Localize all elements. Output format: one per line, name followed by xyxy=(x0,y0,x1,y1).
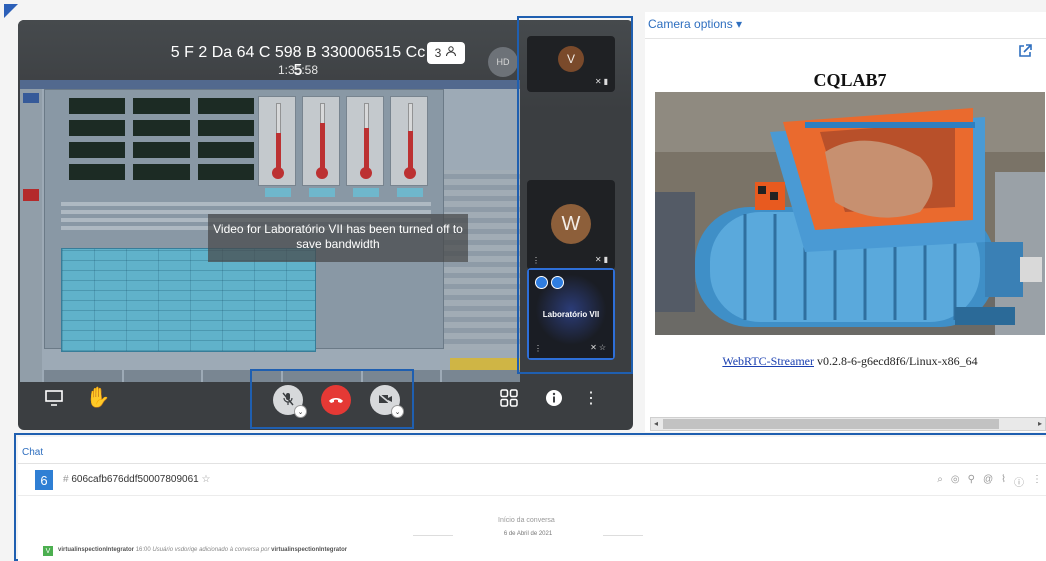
info-icon[interactable]: ⓘ xyxy=(1014,474,1024,489)
participant-count-button[interactable]: 3 xyxy=(427,42,465,64)
participants-icon xyxy=(445,46,457,60)
message-by[interactable]: virtualinspectionIntegrator xyxy=(271,547,347,553)
corner-marker xyxy=(4,4,18,18)
hash-icon: # xyxy=(63,474,69,485)
chat-toolbar: ⌕ ◎ ⚲ @ ⌇ ⓘ ⋮ xyxy=(937,474,1042,489)
version-text: v0.2.8-6-g6ecd8f6/Linux-x86_64 xyxy=(813,354,978,368)
grid-icon xyxy=(500,389,518,407)
camera-options-dropdown[interactable]: Camera options ▾ xyxy=(648,17,742,31)
tile-view-button[interactable] xyxy=(498,387,520,409)
avatar: W xyxy=(551,204,591,244)
camera-stream-video xyxy=(655,92,1045,335)
chat-panel: Chat 6 # 606cafb676ddf50007809061 ☆ ⌕ ◎ … xyxy=(18,437,1046,561)
mention-icon[interactable]: @ xyxy=(983,474,993,489)
camera-panel: Camera options ▾ CQLAB7 WebRTC-Streamer … xyxy=(645,12,1046,432)
phone-hangup-icon xyxy=(328,392,344,408)
room-badge: 6 xyxy=(35,470,53,490)
mic-muted-icon: ✕▮ xyxy=(594,77,610,86)
streamer-version: WebRTC-Streamer v0.2.8-6-g6ecd8f6/Linux-… xyxy=(655,354,1045,369)
hand-icon: ✋ xyxy=(85,386,111,409)
info-icon xyxy=(546,390,562,406)
mic-muted-icon: ✕☆ xyxy=(590,343,608,352)
toggle-camera-button[interactable]: ⌄ xyxy=(370,385,404,418)
scroll-right-icon[interactable]: ▸ xyxy=(1038,418,1042,430)
more-options-icon[interactable]: ⋮ xyxy=(532,256,540,265)
attachment-icon[interactable]: ⌇ xyxy=(1001,474,1006,489)
hang-up-button[interactable] xyxy=(321,385,351,415)
participant-tile-laboratorio[interactable]: Laboratório VII ⋮ ✕☆ xyxy=(527,268,615,360)
star-icon[interactable]: ☆ xyxy=(201,474,210,485)
camera-off-icon xyxy=(377,392,393,408)
participant-tile-v[interactable]: V ✕▮ xyxy=(527,36,615,92)
video-conference-panel: 5 F 2 Da 64 C 598 B 330006515 Cc 5 1:35:… xyxy=(18,20,633,430)
more-options-icon[interactable]: ⋮ xyxy=(534,344,542,353)
avatar: V xyxy=(43,546,53,556)
thread-icon[interactable]: ⌕ xyxy=(937,474,943,489)
date-separator: 6 de Abril de 2021 xyxy=(413,531,643,537)
more-options-button[interactable]: ⋮ xyxy=(583,387,599,409)
kebab-icon[interactable]: ⋮ xyxy=(1032,474,1042,489)
participant-count: 3 xyxy=(434,46,442,60)
mute-microphone-button[interactable]: ⌄ xyxy=(273,385,307,418)
search-icon[interactable]: ⚲ xyxy=(968,474,975,489)
scroll-left-icon[interactable]: ◂ xyxy=(654,418,658,430)
room-title[interactable]: # 606cafb676ddf50007809061 ☆ xyxy=(63,474,210,485)
chat-label: Chat xyxy=(22,447,44,458)
more-vertical-icon: ⋮ xyxy=(583,390,599,407)
meeting-toolbar: ✋ ⌄ ⌄ ⋮ xyxy=(18,375,633,430)
message-text: Usuário vsdoriqe adicionado à conversa p… xyxy=(152,547,270,553)
webrtc-streamer-link[interactable]: WebRTC-Streamer xyxy=(722,354,814,368)
status-badge xyxy=(551,276,564,289)
participant-name: Laboratório VII xyxy=(542,310,600,319)
horizontal-scrollbar[interactable]: ◂ ▸ xyxy=(650,417,1046,431)
system-message: virtualinspectionIntegrator 16:00 Usuári… xyxy=(58,547,347,553)
microphone-off-icon xyxy=(281,392,295,409)
local-avatar[interactable]: HD xyxy=(488,47,518,77)
screen-root: 5 F 2 Da 64 C 598 B 330006515 Cc 5 1:35:… xyxy=(0,0,1046,561)
status-badge xyxy=(535,276,548,289)
raise-hand-button[interactable]: ✋ xyxy=(85,385,111,409)
screen-share-button[interactable] xyxy=(43,387,65,409)
participant-tile-w[interactable]: W ⋮ ✕▮ xyxy=(527,180,615,270)
message-user[interactable]: virtualinspectionIntegrator xyxy=(58,547,134,553)
bandwidth-notice: Video for Laboratório VII has been turne… xyxy=(208,214,468,262)
chevron-down-icon[interactable]: ⌄ xyxy=(294,405,307,418)
external-link-icon[interactable] xyxy=(1018,44,1032,62)
meeting-timer: 1:35:58 xyxy=(277,63,319,77)
avatar: V xyxy=(558,46,584,72)
scrollbar-thumb[interactable] xyxy=(663,419,999,429)
conversation-start: Início da conversa xyxy=(498,517,555,524)
mic-muted-icon: ✕▮ xyxy=(594,255,610,264)
discussion-icon[interactable]: ◎ xyxy=(951,474,960,489)
message-time: 16:00 xyxy=(135,547,151,553)
info-button[interactable] xyxy=(543,387,565,409)
room-id: 606cafb676ddf50007809061 xyxy=(71,474,199,485)
camera-title: CQLAB7 xyxy=(813,70,887,90)
monitor-icon xyxy=(45,390,63,406)
participant-thumbnails: V ✕▮ W ⋮ ✕▮ Laboratório VII ⋮ ✕☆ xyxy=(518,20,633,375)
chevron-down-icon[interactable]: ⌄ xyxy=(391,405,404,418)
